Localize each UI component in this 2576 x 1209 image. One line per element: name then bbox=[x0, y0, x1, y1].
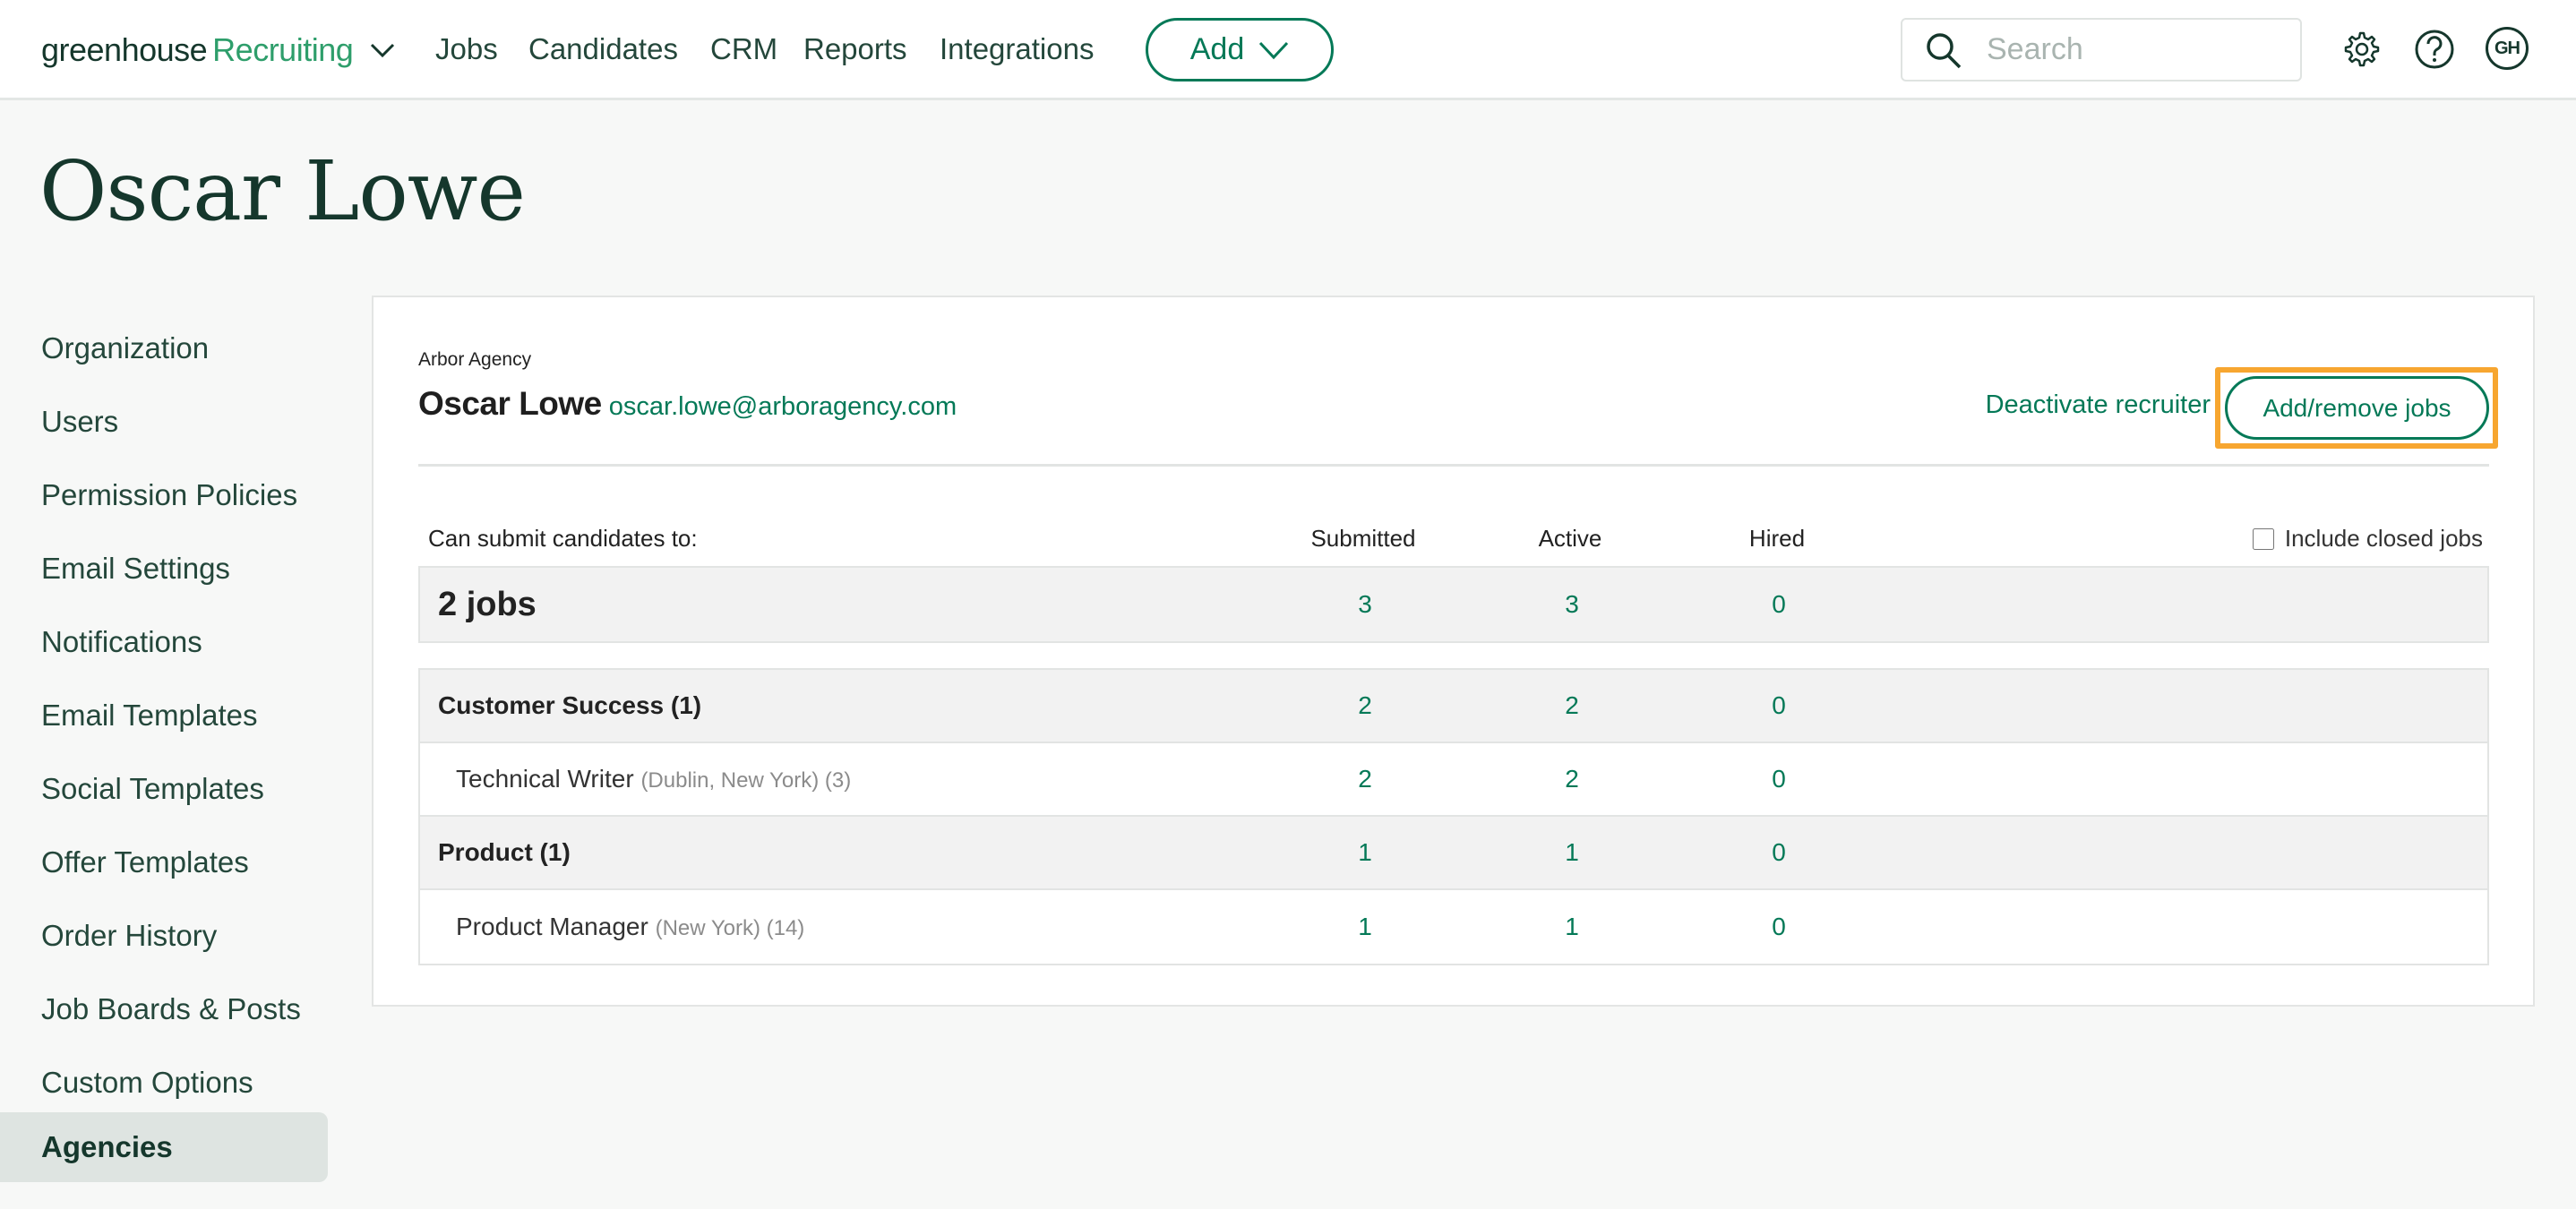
sidebar-item-email-templates[interactable]: Email Templates bbox=[0, 681, 328, 750]
nav-integrations[interactable]: Integrations bbox=[940, 32, 1094, 66]
active-count[interactable]: 1 bbox=[1500, 838, 1644, 867]
add-button[interactable]: Add bbox=[1146, 18, 1334, 81]
column-header-hired: Hired bbox=[1748, 525, 1806, 552]
submitted-count[interactable]: 2 bbox=[1293, 765, 1437, 793]
sidebar-item-notifications[interactable]: Notifications bbox=[0, 607, 328, 677]
page-title: Oscar Lowe bbox=[39, 143, 526, 239]
settings-button[interactable] bbox=[2340, 24, 2384, 74]
submitted-count[interactable]: 1 bbox=[1293, 838, 1437, 867]
search-box[interactable] bbox=[1901, 18, 2302, 81]
sidebar-item-offer-templates[interactable]: Offer Templates bbox=[0, 827, 328, 897]
job-label: Product Manager (New York) (14) bbox=[456, 913, 804, 941]
total-active[interactable]: 3 bbox=[1500, 590, 1644, 619]
include-closed-jobs-toggle[interactable]: Include closed jobs bbox=[2252, 525, 2483, 553]
chevron-down-icon bbox=[1259, 41, 1289, 59]
recruiter-heading: Oscar Lowe oscar.lowe@arboragency.com bbox=[418, 385, 957, 423]
active-count[interactable]: 1 bbox=[1500, 913, 1644, 941]
table-heading: Can submit candidates to: bbox=[428, 525, 698, 552]
job-title: Product Manager bbox=[456, 913, 648, 940]
divider bbox=[418, 464, 2489, 467]
hired-count[interactable]: 0 bbox=[1707, 691, 1850, 720]
logo-recruiting: Recruiting bbox=[212, 31, 354, 68]
submitted-count[interactable]: 1 bbox=[1293, 913, 1437, 941]
sidebar-item-custom-options[interactable]: Custom Options bbox=[0, 1048, 328, 1118]
gear-icon bbox=[2344, 31, 2380, 67]
include-closed-jobs-checkbox[interactable] bbox=[2252, 527, 2274, 550]
total-submitted[interactable]: 3 bbox=[1293, 590, 1437, 619]
department-label: Product (1) bbox=[438, 838, 571, 866]
column-header-submitted: Submitted bbox=[1310, 525, 1416, 552]
active-count[interactable]: 2 bbox=[1500, 691, 1644, 720]
job-row: Product Manager (New York) (14) 1 1 0 bbox=[420, 890, 2487, 964]
logo-greenhouse: greenhouse bbox=[41, 31, 208, 68]
job-label: Technical Writer (Dublin, New York) (3) bbox=[456, 765, 851, 793]
job-row: Technical Writer (Dublin, New York) (3) … bbox=[420, 743, 2487, 817]
recruiter-card: Arbor Agency Oscar Lowe oscar.lowe@arbor… bbox=[372, 296, 2535, 1007]
sidebar-item-permission-policies[interactable]: Permission Policies bbox=[0, 460, 328, 530]
job-title: Technical Writer bbox=[456, 765, 634, 793]
recruiter-email-link[interactable]: oscar.lowe@arboragency.com bbox=[609, 392, 957, 422]
nav-jobs[interactable]: Jobs bbox=[435, 32, 498, 66]
user-avatar[interactable]: GH bbox=[2486, 27, 2529, 70]
top-navigation-bar: greenhouse Recruiting Jobs Candidates CR… bbox=[0, 0, 2576, 100]
nav-reports[interactable]: Reports bbox=[803, 32, 907, 66]
total-jobs-label: 2 jobs bbox=[438, 585, 537, 623]
sidebar-item-social-templates[interactable]: Social Templates bbox=[0, 754, 328, 824]
chevron-down-icon bbox=[371, 43, 395, 58]
include-closed-jobs-label: Include closed jobs bbox=[2284, 525, 2483, 552]
sidebar-item-agencies[interactable]: Agencies bbox=[0, 1112, 328, 1182]
sidebar-item-job-boards-posts[interactable]: Job Boards & Posts bbox=[0, 974, 328, 1044]
sidebar-item-email-settings[interactable]: Email Settings bbox=[0, 534, 328, 604]
totals-table: 2 jobs 3 3 0 bbox=[418, 566, 2489, 643]
total-hired[interactable]: 0 bbox=[1707, 590, 1850, 619]
sidebar-item-users[interactable]: Users bbox=[0, 387, 328, 457]
column-header-active: Active bbox=[1538, 525, 1602, 552]
job-meta: (New York) (14) bbox=[655, 916, 805, 940]
app-switcher[interactable]: greenhouse Recruiting bbox=[41, 25, 396, 75]
hired-count[interactable]: 0 bbox=[1707, 765, 1850, 793]
help-icon bbox=[2415, 30, 2454, 69]
recruiter-name: Oscar Lowe bbox=[418, 385, 602, 422]
jobs-table: Customer Success (1) 2 2 0 Technical Wri… bbox=[418, 668, 2489, 965]
totals-row: 2 jobs 3 3 0 bbox=[420, 568, 2487, 641]
submitted-count[interactable]: 2 bbox=[1293, 691, 1437, 720]
department-row: Customer Success (1) 2 2 0 bbox=[420, 670, 2487, 743]
department-label: Customer Success (1) bbox=[438, 691, 702, 719]
add-button-label: Add bbox=[1189, 32, 1245, 66]
search-icon bbox=[1927, 32, 1962, 68]
department-row: Product (1) 1 1 0 bbox=[420, 817, 2487, 890]
sidebar-item-order-history[interactable]: Order History bbox=[0, 901, 328, 971]
add-remove-jobs-button[interactable]: Add/remove jobs bbox=[2225, 376, 2489, 440]
job-meta: (Dublin, New York) (3) bbox=[640, 768, 852, 793]
sidebar-item-organization[interactable]: Organization bbox=[0, 313, 328, 383]
help-button[interactable] bbox=[2412, 24, 2457, 74]
hired-count[interactable]: 0 bbox=[1707, 838, 1850, 867]
agency-name: Arbor Agency bbox=[418, 349, 532, 370]
active-count[interactable]: 2 bbox=[1500, 765, 1644, 793]
hired-count[interactable]: 0 bbox=[1707, 913, 1850, 941]
nav-candidates[interactable]: Candidates bbox=[528, 32, 678, 66]
nav-crm[interactable]: CRM bbox=[710, 32, 777, 66]
search-input[interactable] bbox=[1987, 32, 2282, 67]
deactivate-recruiter-link[interactable]: Deactivate recruiter bbox=[1986, 390, 2211, 420]
